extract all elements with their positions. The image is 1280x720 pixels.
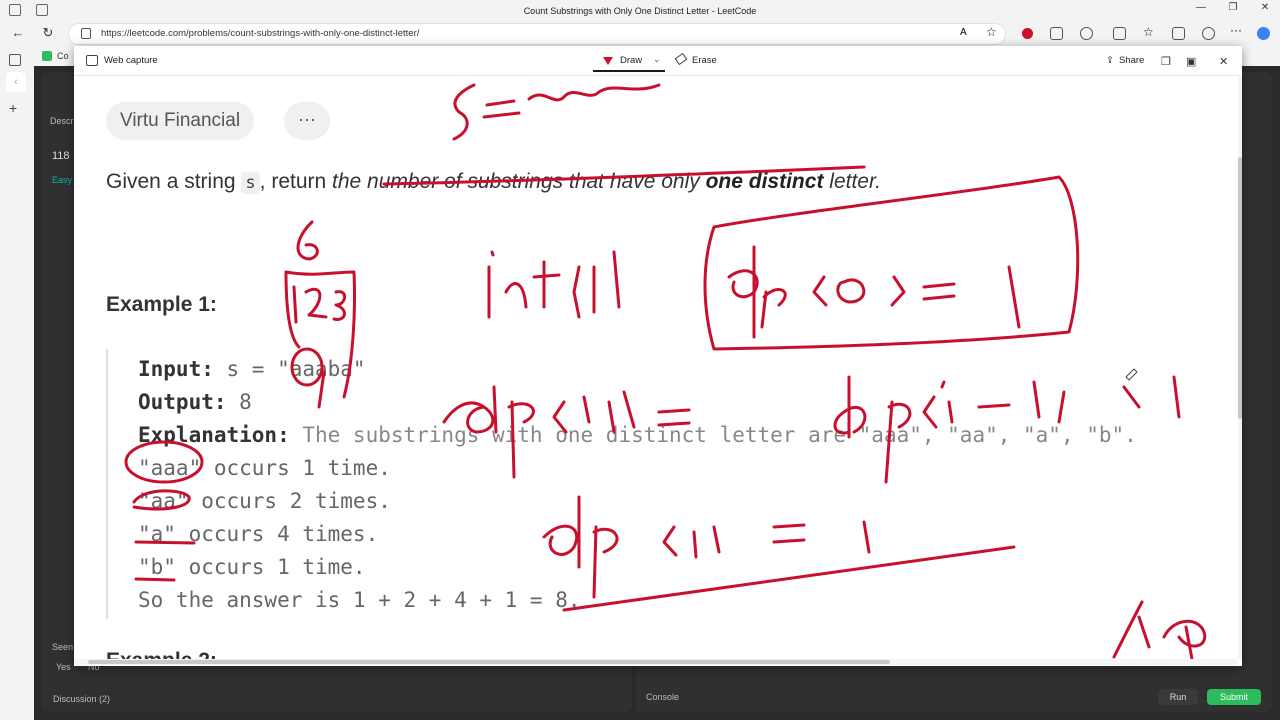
pen-color-icon (603, 57, 613, 65)
seen-label: Seen (52, 642, 74, 652)
tab-actions-icon[interactable] (9, 54, 21, 66)
ink-stroke (727, 245, 759, 339)
minimize-icon[interactable]: — (1186, 2, 1216, 13)
scroll-thumb[interactable] (1238, 157, 1242, 419)
ink-stroke (504, 260, 561, 309)
desc-italic: the number of substrings that have only (332, 170, 706, 193)
ink-stroke (922, 265, 1021, 329)
desc-suffix: letter. (823, 170, 882, 193)
example-input: Input: s = "aaaba" (138, 357, 366, 381)
close-capture-icon[interactable]: ✕ (1219, 55, 1228, 68)
output-label: Output: (138, 390, 227, 414)
favorites-icon[interactable]: ☆ (1143, 25, 1156, 39)
horizontal-scrollbar[interactable] (74, 659, 1238, 665)
company-tag[interactable]: Virtu Financial (106, 102, 255, 140)
explanation-line: "aaa" occurs 1 time. (138, 456, 391, 480)
puzzle-icon[interactable] (1080, 27, 1093, 40)
eraser-icon (674, 52, 688, 66)
share-button[interactable]: ⇪ Share (1106, 55, 1144, 66)
save-icon[interactable]: ▣ (1186, 55, 1196, 68)
web-capture-toolbar: Web capture Draw ⌄ Erase ⇪ Share ❐ ▣ ✕ (74, 46, 1242, 76)
desc-code: s (241, 172, 260, 194)
erase-label: Erase (692, 55, 717, 66)
input-label: Input: (138, 357, 214, 381)
captured-content: Virtu Financial ··· Given a string s, re… (74, 77, 1238, 659)
example-explanation: Explanation: The substrings with one dis… (138, 423, 1137, 447)
run-button[interactable]: Run (1158, 689, 1198, 705)
explanation-line: "aa" occurs 2 times. (138, 489, 391, 513)
opera-extension-icon[interactable] (1022, 28, 1033, 39)
favorite-star-icon[interactable]: ☆ (986, 25, 999, 39)
share-label: Share (1118, 55, 1145, 66)
input-value: s = "aaaba" (213, 357, 366, 381)
discussion-toggle[interactable]: Discussion (2) (53, 694, 110, 704)
desc-prefix: Given a string (106, 170, 242, 193)
address-bar-row: ← ↻ https://leetcode.com/problems/count-… (0, 22, 1280, 46)
ink-stroke (703, 175, 1080, 351)
collections-icon[interactable] (1172, 27, 1185, 40)
new-tab-icon[interactable]: + (9, 100, 17, 116)
split-screen-icon[interactable] (1113, 27, 1126, 40)
read-aloud-icon[interactable]: A (960, 27, 973, 40)
ink-stroke (452, 83, 476, 141)
explanation-line: "b" occurs 1 time. (138, 555, 366, 579)
erase-button[interactable]: Erase (674, 52, 717, 66)
browser-title-bar: Count Substrings with Only One Distinct … (0, 0, 1280, 22)
console-toggle[interactable]: Console (646, 692, 679, 702)
ink-stroke (487, 250, 495, 319)
leetcode-tab-icon[interactable]: ‹ (6, 72, 26, 92)
scroll-thumb[interactable] (88, 660, 890, 664)
seen-yes[interactable]: Yes (56, 662, 71, 672)
ink-stroke (527, 83, 661, 102)
ink-stroke (296, 220, 319, 261)
restore-icon[interactable]: ❐ (1218, 2, 1248, 13)
refresh-icon[interactable]: ↻ (38, 25, 58, 41)
bookmark-favicon-icon (42, 51, 52, 61)
explanation-label: Explanation: (138, 423, 290, 447)
draw-label: Draw (620, 55, 643, 66)
web-capture-icon (86, 55, 98, 66)
lock-icon (81, 28, 91, 39)
draw-button[interactable]: Draw ⌄ (593, 50, 665, 72)
share-icon: ⇪ (1106, 55, 1114, 66)
ink-stroke (572, 250, 621, 319)
url-text[interactable]: https://leetcode.com/problems/count-subs… (101, 28, 419, 39)
example-output: Output: 8 (138, 390, 252, 414)
desc-bold: one distinct (705, 170, 824, 193)
submit-button[interactable]: Submit (1207, 689, 1261, 705)
problem-description: Given a string s, return the number of s… (106, 170, 881, 194)
desc-middle: , return (259, 170, 333, 193)
copilot-icon[interactable] (1257, 27, 1270, 40)
copy-icon[interactable]: ❐ (1161, 55, 1171, 68)
output-value: 8 (226, 390, 252, 414)
ink-stroke (812, 275, 906, 307)
web-capture-window: Web capture Draw ⌄ Erase ⇪ Share ❐ ▣ ✕ Vi… (74, 46, 1242, 666)
example-1-heading: Example 1: (106, 293, 217, 316)
bookmark-item[interactable]: Co (57, 51, 69, 61)
address-bar[interactable]: https://leetcode.com/problems/count-subs… (68, 23, 1006, 45)
explanation-line: "a" occurs 4 times. (138, 522, 379, 546)
web-capture-title: Web capture (104, 55, 158, 66)
explanation-value: The substrings with one distinct letter … (289, 423, 1137, 447)
difficulty-badge: Easy (52, 175, 73, 185)
tab-description[interactable]: Descr (50, 116, 74, 126)
explanation-line: So the answer is 1 + 2 + 4 + 1 = 8. (138, 588, 581, 612)
vertical-tab-rail: ‹ + (0, 46, 34, 720)
close-window-icon[interactable]: ✕ (1250, 2, 1280, 13)
chevron-down-icon[interactable]: ⌄ (653, 54, 661, 65)
browser-essentials-icon[interactable] (1202, 27, 1215, 40)
more-tags-button[interactable]: ··· (284, 102, 330, 140)
ink-stroke (482, 99, 521, 119)
extension-icon[interactable] (1050, 27, 1063, 40)
example-2-heading: Example 2: (106, 649, 217, 659)
example-1-block: Input: s = "aaaba" Output: 8 Explanation… (106, 349, 1236, 619)
ink-stroke (760, 288, 787, 329)
ink-stroke (292, 285, 347, 324)
back-icon[interactable]: ← (8, 25, 28, 40)
problem-number: 118 (52, 150, 70, 162)
vertical-scrollbar[interactable] (1238, 77, 1242, 659)
window-title: Count Substrings with Only One Distinct … (523, 6, 757, 16)
more-options-icon[interactable]: ··· (1230, 23, 1243, 37)
